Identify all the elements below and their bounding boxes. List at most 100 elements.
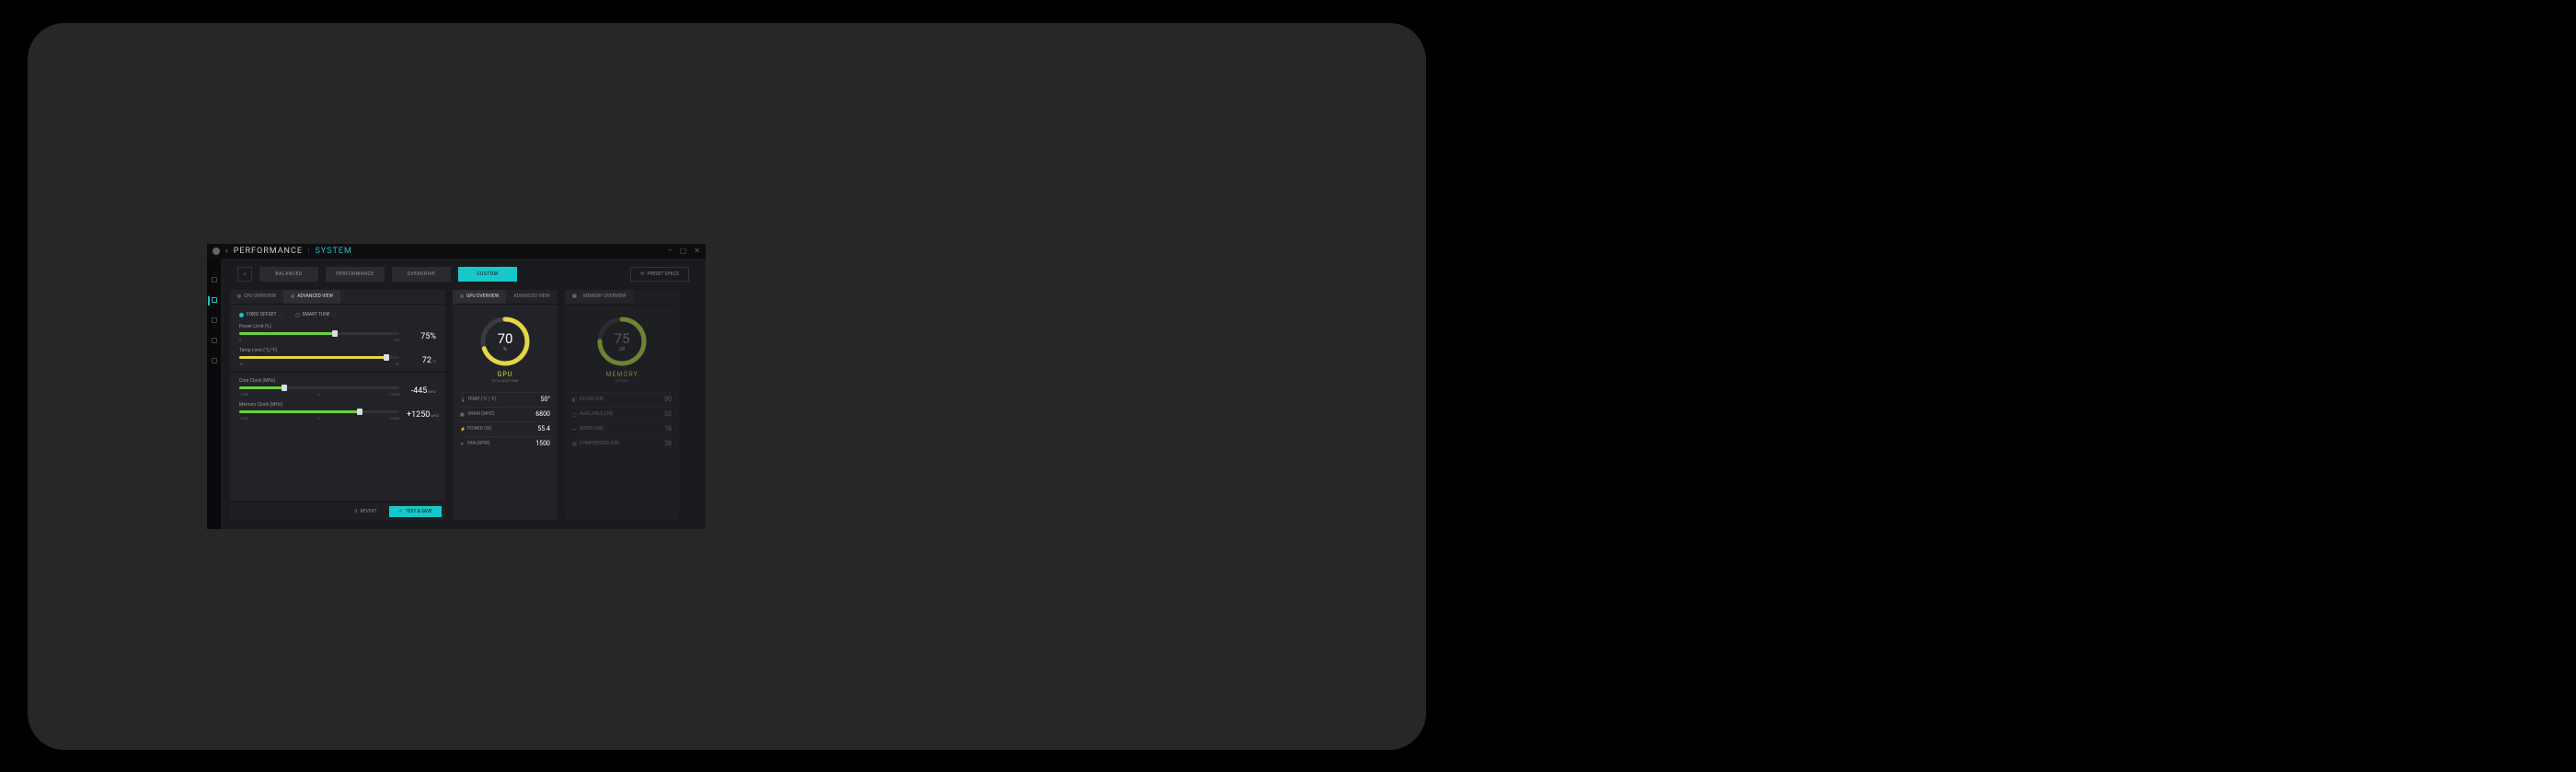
memory-icon: ▦ bbox=[572, 294, 577, 299]
memory-gauge: 75 GB bbox=[594, 314, 650, 369]
minimize-button[interactable]: – bbox=[667, 247, 672, 255]
power-icon: ⚡ bbox=[460, 427, 465, 432]
gpu-gauge-title: GPU bbox=[498, 371, 513, 378]
profile-overdrive[interactable]: OVERDRIVE bbox=[392, 267, 451, 282]
rail-icon-3[interactable] bbox=[212, 317, 217, 323]
tab-gpu-advanced[interactable]: ADVANCED VIEW bbox=[506, 290, 557, 304]
tab-advanced-view[interactable]: ADVANCED VIEW bbox=[283, 290, 340, 304]
wired-icon: ⎓ bbox=[572, 427, 577, 432]
slider-label: Temp Limit (°C/°F) bbox=[239, 348, 436, 353]
memory-gauge-wrap: 75 GB MEMORY SPEED bbox=[565, 305, 679, 383]
slider-fill bbox=[239, 410, 360, 413]
slider-label: Power Limit (%) bbox=[239, 324, 436, 329]
cpu-tabs: CPU OVERVIEW ADVANCED VIEW bbox=[230, 290, 445, 305]
slider-memory-clock: Memory Clock (MHz) -25000+2500 +1250M bbox=[239, 402, 436, 421]
temp-slider-track[interactable] bbox=[239, 356, 399, 359]
stat-row: ◧IN USE (GB)90 bbox=[572, 392, 672, 407]
power-value: 75% bbox=[407, 332, 436, 341]
preset-specs-button[interactable]: ⟳ PRESET SPECS bbox=[630, 267, 689, 282]
scale-min: -2500 bbox=[239, 416, 248, 421]
panels-row: CPU OVERVIEW ADVANCED VIEW FIXED OFFSETⓘ… bbox=[230, 290, 696, 520]
slider-handle[interactable] bbox=[357, 409, 362, 415]
core-value: -445MHZ bbox=[407, 386, 436, 396]
stat-value: 38 bbox=[664, 440, 672, 447]
slider-handle[interactable] bbox=[332, 330, 338, 337]
title-separator: | bbox=[308, 248, 309, 254]
rail-icon-5[interactable] bbox=[212, 358, 217, 363]
stat-row: 🌡TEMP (°C | °F)50° bbox=[460, 392, 550, 407]
stat-row: ▦VRAM (MHZ)6800 bbox=[460, 407, 550, 421]
radio-fixed-offset-label: FIXED OFFSET bbox=[247, 312, 276, 317]
gpu-gauge-value: 70 bbox=[498, 330, 513, 347]
title-page: SYSTEM bbox=[315, 247, 351, 256]
stat-row: ⎓WIRED (GB)18 bbox=[572, 421, 672, 436]
tab-cpu-overview[interactable]: CPU OVERVIEW bbox=[230, 290, 283, 304]
close-button[interactable]: ✕ bbox=[694, 247, 700, 255]
tab-gpu-overview-label: GPU OVERVIEW bbox=[466, 294, 499, 299]
preset-label: PRESET SPECS bbox=[647, 271, 678, 277]
mem-value: +1250MHZ bbox=[407, 410, 436, 420]
slider-label: Memory Clock (MHz) bbox=[239, 402, 436, 408]
tab-gpu-advanced-label: ADVANCED VIEW bbox=[513, 294, 549, 299]
scale-mid: 0 bbox=[317, 392, 319, 397]
rail-icon-4[interactable] bbox=[212, 338, 217, 343]
content-area: ‹ BALANCED PERFORMANCE OVERDRIVE CUSTOM … bbox=[221, 259, 706, 529]
scale-min: 0 bbox=[239, 338, 241, 342]
mem-slider-track[interactable] bbox=[239, 410, 399, 413]
stat-value: 50° bbox=[541, 396, 550, 403]
tab-memory-overview[interactable]: ▦ MEMORY OVERVIEW bbox=[565, 290, 633, 304]
stat-value: 6800 bbox=[535, 410, 550, 418]
stat-label-text: TEMP (°C | °F) bbox=[467, 397, 497, 402]
scale-max: 125 bbox=[393, 338, 399, 342]
title-section: PERFORMANCE bbox=[234, 247, 303, 256]
stat-label-text: WIRED (GB) bbox=[580, 426, 604, 432]
power-slider-track[interactable] bbox=[239, 332, 399, 335]
radio-dot-icon bbox=[295, 313, 300, 317]
slider-handle[interactable] bbox=[282, 385, 287, 391]
test-save-button[interactable]: ✓ TEST & SAVE bbox=[389, 506, 442, 517]
cpu-footer: ↺ REVERT ✓ TEST & SAVE bbox=[230, 501, 445, 520]
slider-core-clock: Core Clock (MHz) -10000+1000 -445MHZ bbox=[239, 378, 436, 397]
slider-fill bbox=[239, 332, 335, 335]
slider-handle[interactable] bbox=[384, 354, 389, 361]
profiles-prev-button[interactable]: ‹ bbox=[237, 267, 252, 282]
save-label: TEST & SAVE bbox=[406, 509, 432, 514]
info-icon[interactable]: ⓘ bbox=[279, 312, 283, 318]
window-controls: – ▢ ✕ bbox=[667, 247, 700, 255]
app-window: ‹ PERFORMANCE | SYSTEM – ▢ ✕ ‹ BALANCED … bbox=[207, 244, 706, 529]
titlebar: ‹ PERFORMANCE | SYSTEM – ▢ ✕ bbox=[207, 244, 706, 259]
revert-button[interactable]: ↺ REVERT bbox=[344, 506, 385, 517]
maximize-button[interactable]: ▢ bbox=[680, 247, 687, 255]
radio-smart-tune-label: SMART TUNE bbox=[303, 312, 330, 317]
gpu-overview-icon bbox=[460, 294, 464, 298]
gpu-gauge-subtitle: UTILIZATION bbox=[492, 378, 519, 383]
stat-row: ▤COMPRESSED (GB)38 bbox=[572, 436, 672, 451]
memory-gauge-value: 75 bbox=[615, 330, 630, 347]
slider-fill bbox=[239, 356, 386, 359]
stat-label-text: POWER (W) bbox=[467, 426, 491, 432]
radio-smart-tune[interactable]: SMART TUNEⓘ bbox=[295, 312, 338, 318]
radio-fixed-offset[interactable]: FIXED OFFSETⓘ bbox=[239, 312, 284, 318]
divider bbox=[230, 372, 445, 373]
fan-icon: ✳ bbox=[460, 442, 465, 446]
tab-advanced-view-label: ADVANCED VIEW bbox=[297, 294, 333, 299]
back-button[interactable]: ‹ bbox=[225, 247, 228, 256]
gpu-gauge-unit: % bbox=[503, 347, 507, 352]
slider-label: Core Clock (MHz) bbox=[239, 378, 436, 384]
gpu-gauge-wrap: 70 % GPU UTILIZATION bbox=[453, 305, 558, 383]
rail-icon-1[interactable] bbox=[212, 277, 217, 282]
profile-balanced[interactable]: BALANCED bbox=[259, 267, 318, 282]
cpu-body: FIXED OFFSETⓘ SMART TUNEⓘ Power Limit (%… bbox=[230, 305, 445, 433]
outer-card: ‹ PERFORMANCE | SYSTEM – ▢ ✕ ‹ BALANCED … bbox=[28, 23, 1426, 750]
info-icon[interactable]: ⓘ bbox=[333, 312, 338, 318]
profile-performance[interactable]: PERFORMANCE bbox=[326, 267, 385, 282]
rail-icon-performance[interactable] bbox=[212, 297, 217, 303]
revert-label: REVERT bbox=[361, 509, 377, 514]
core-slider-track[interactable] bbox=[239, 386, 399, 389]
profile-custom[interactable]: CUSTOM bbox=[458, 267, 517, 282]
revert-icon: ↺ bbox=[353, 509, 357, 514]
stat-label-text: IN USE (GB) bbox=[580, 397, 604, 402]
tab-gpu-overview[interactable]: GPU OVERVIEW bbox=[453, 290, 506, 304]
check-icon: ✓ bbox=[398, 509, 402, 514]
tab-cpu-overview-label: CPU OVERVIEW bbox=[244, 294, 276, 299]
